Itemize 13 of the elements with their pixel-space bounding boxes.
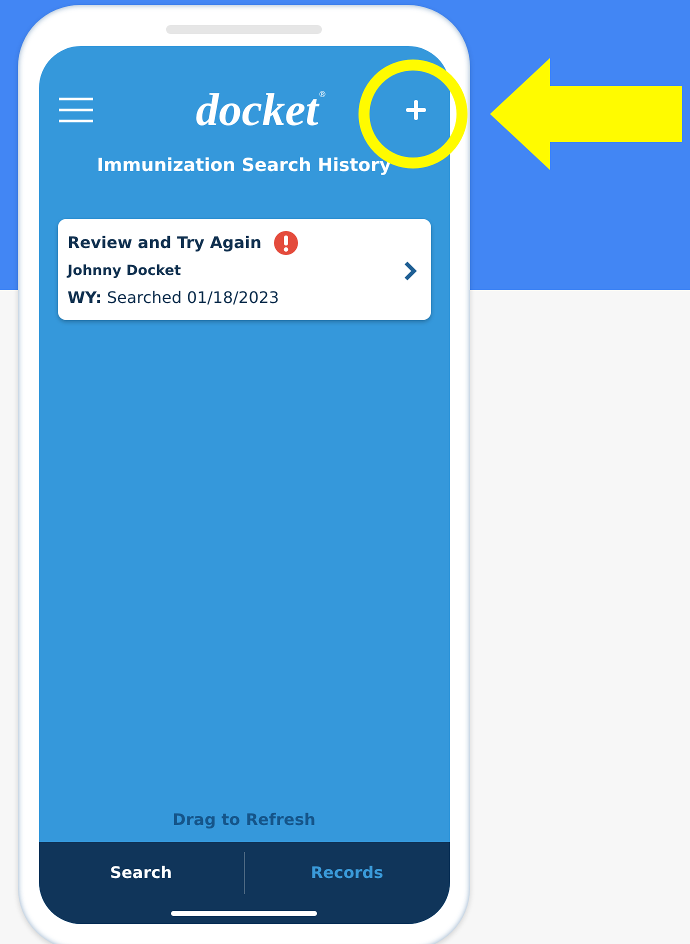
status-text: Review and Try Again: [68, 232, 262, 254]
tab[interactable]: Search: [38, 855, 244, 891]
search-detail: WY: Searched 01/18/2023: [68, 287, 280, 309]
refresh-hint: Drag to Refresh: [172, 809, 316, 831]
person-name: Johnny Docket: [68, 262, 182, 281]
tab[interactable]: Records: [244, 855, 450, 891]
logo: docket: [196, 87, 318, 133]
add-icon[interactable]: [406, 100, 426, 120]
search-card[interactable]: Review and Try Again Johnny Docket WY: Searched 01/18/2023: [58, 219, 430, 320]
page-title: Immunization Search History: [96, 154, 392, 178]
registered-mark: ®: [318, 89, 326, 99]
chevron-right-icon: [402, 260, 416, 280]
menu-icon[interactable]: [58, 97, 92, 123]
